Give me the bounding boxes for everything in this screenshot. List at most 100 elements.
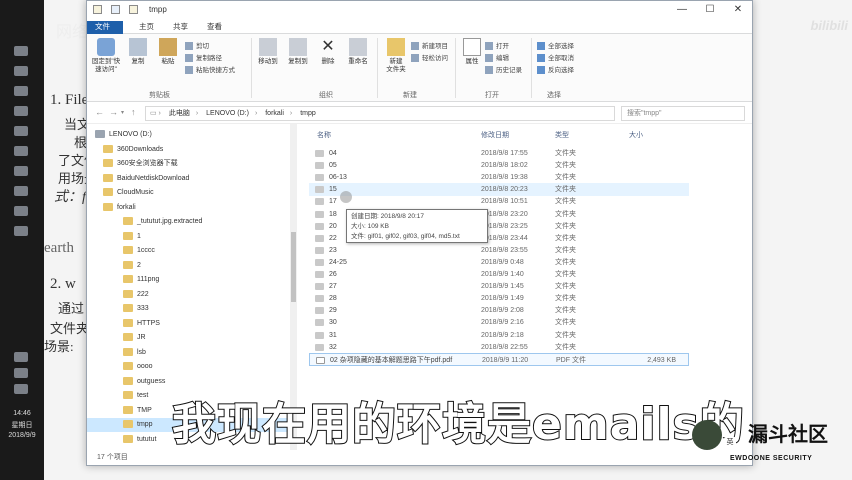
properties-button[interactable]: 属性 bbox=[457, 38, 487, 66]
column-type[interactable]: 类型 bbox=[555, 130, 569, 140]
tray-icon[interactable] bbox=[14, 384, 28, 394]
maximize-button[interactable]: ☐ bbox=[696, 1, 724, 19]
column-name[interactable]: 名称 bbox=[317, 130, 331, 140]
open-button[interactable]: 打开 bbox=[485, 40, 509, 51]
quick-access-folder-icon[interactable] bbox=[93, 5, 102, 14]
taskbar-app-icon[interactable] bbox=[14, 146, 28, 156]
address-bar[interactable]: ▭ › 此电脑 › LENOVO (D:) › forkali › tmpp bbox=[145, 106, 615, 121]
column-date[interactable]: 修改日期 bbox=[481, 130, 509, 140]
tab-share[interactable]: 共享 bbox=[165, 21, 196, 34]
properties-icon[interactable] bbox=[111, 5, 120, 14]
scrollbar-thumb[interactable] bbox=[291, 232, 296, 302]
close-button[interactable]: ✕ bbox=[724, 1, 752, 19]
tree-item[interactable]: 1cccc bbox=[87, 244, 290, 258]
tree-item[interactable]: 360安全浏览器下载 bbox=[87, 157, 290, 171]
taskbar-app-icon[interactable] bbox=[14, 46, 28, 56]
tree-item[interactable]: 2 bbox=[87, 259, 290, 273]
tab-home[interactable]: 主页 bbox=[131, 21, 162, 34]
taskbar-app-icon[interactable] bbox=[14, 126, 28, 136]
file-row[interactable]: 23 2018/9/8 23:55 文件夹 bbox=[309, 244, 689, 257]
file-row[interactable]: 05 2018/9/8 18:02 文件夹 bbox=[309, 159, 689, 172]
tree-item[interactable]: 333 bbox=[87, 302, 290, 316]
file-row[interactable]: 15 2018/9/8 20:23 文件夹 bbox=[309, 183, 689, 197]
minimize-button[interactable]: — bbox=[668, 1, 696, 19]
delete-button[interactable]: ✕ 删除 bbox=[313, 38, 343, 66]
file-date: 2018/9/8 22:55 bbox=[481, 343, 528, 351]
paste-button[interactable]: 粘贴 bbox=[153, 38, 183, 66]
new-folder-icon[interactable] bbox=[129, 5, 138, 14]
file-row[interactable]: 04 2018/9/8 17:55 文件夹 bbox=[309, 147, 689, 160]
folder-icon bbox=[103, 159, 113, 168]
new-folder-button[interactable]: 新建 文件夹 bbox=[381, 38, 411, 74]
tree-item[interactable]: 1 bbox=[87, 230, 290, 244]
tree-item[interactable]: 222 bbox=[87, 288, 290, 302]
tree-item[interactable]: _tututut.jpg.extracted bbox=[87, 215, 290, 229]
tree-item[interactable]: CloudMusic bbox=[87, 186, 290, 200]
file-row[interactable]: 02 杂项隐藏的基本解题思路下午pdf.pdf 2018/9/9 11:20 PDF… bbox=[309, 352, 689, 366]
tree-item[interactable]: outguess bbox=[87, 375, 290, 389]
tree-item[interactable]: oooo bbox=[87, 360, 290, 374]
taskbar-app-icon[interactable] bbox=[14, 106, 28, 116]
move-to-button[interactable]: 移动到 bbox=[253, 38, 283, 66]
tree-item[interactable]: 360Downloads bbox=[87, 143, 290, 157]
taskbar-app-icon[interactable] bbox=[14, 86, 28, 96]
taskbar-app-icon[interactable] bbox=[14, 66, 28, 76]
tree-item[interactable]: lsb bbox=[87, 346, 290, 360]
file-row[interactable]: 27 2018/9/9 1:45 文件夹 bbox=[309, 280, 689, 293]
file-row[interactable]: 29 2018/9/9 2:08 文件夹 bbox=[309, 304, 689, 317]
clock-time[interactable]: 14:46 bbox=[2, 410, 42, 417]
breadcrumb-tmpp[interactable]: tmpp bbox=[300, 110, 316, 117]
file-row[interactable]: 06-13 2018/9/8 19:38 文件夹 bbox=[309, 171, 689, 184]
file-row[interactable]: 24-25 2018/9/9 0:48 文件夹 bbox=[309, 256, 689, 269]
copy-to-button[interactable]: 复制到 bbox=[283, 38, 313, 66]
file-row[interactable]: 31 2018/9/9 2:18 文件夹 bbox=[309, 329, 689, 342]
copy-button[interactable]: 复制 bbox=[123, 38, 153, 66]
back-icon[interactable]: ← bbox=[95, 107, 104, 117]
tree-item[interactable]: HTTPS bbox=[87, 317, 290, 331]
breadcrumb-pc[interactable]: 此电脑 bbox=[169, 110, 190, 117]
tab-file[interactable]: 文件 bbox=[87, 21, 123, 34]
tree-item[interactable]: forkali bbox=[87, 201, 290, 215]
cut-button[interactable]: 剪切 bbox=[185, 40, 209, 51]
ime-indicator[interactable]: 英 bbox=[724, 437, 736, 449]
history-button[interactable]: 历史记录 bbox=[485, 64, 522, 75]
taskbar-app-icon[interactable] bbox=[14, 226, 28, 236]
file-row[interactable]: 17 2018/9/8 10:51 文件夹 bbox=[309, 195, 689, 208]
copy-path-button[interactable]: 复制路径 bbox=[185, 52, 222, 63]
file-row[interactable]: 30 2018/9/9 2:16 文件夹 bbox=[309, 316, 689, 329]
title-bar[interactable]: tmpp — ☐ ✕ bbox=[87, 1, 752, 19]
tree-item[interactable]: JR bbox=[87, 331, 290, 345]
select-all-button[interactable]: 全部选择 bbox=[537, 40, 574, 51]
taskbar-app-icon[interactable] bbox=[14, 166, 28, 176]
tree-item[interactable]: BaiduNetdiskDownload bbox=[87, 172, 290, 186]
video-subtitle: 我现在用的环境是emails的 bbox=[171, 398, 745, 451]
file-name: 32 bbox=[329, 343, 337, 351]
tray-icon[interactable] bbox=[14, 368, 28, 378]
edit-button[interactable]: 编辑 bbox=[485, 52, 509, 63]
paste-shortcut-button[interactable]: 粘贴快捷方式 bbox=[185, 64, 235, 75]
file-row[interactable]: 26 2018/9/9 1:40 文件夹 bbox=[309, 268, 689, 281]
tray-icon[interactable] bbox=[14, 352, 28, 362]
tree-item[interactable]: LENOVO (D:) bbox=[87, 128, 290, 142]
forward-icon[interactable]: → bbox=[109, 107, 118, 117]
invert-selection-button[interactable]: 反向选择 bbox=[537, 64, 574, 75]
rename-button[interactable]: 重命名 bbox=[343, 38, 373, 66]
file-row[interactable]: 28 2018/9/9 1:49 文件夹 bbox=[309, 292, 689, 305]
breadcrumb-forkali[interactable]: forkali bbox=[265, 110, 284, 117]
pin-quick-access-button[interactable]: 固定到"快 速访问" bbox=[91, 38, 121, 74]
new-item-button[interactable]: 新建项目 bbox=[411, 40, 448, 51]
file-row[interactable]: 32 2018/9/8 22:55 文件夹 bbox=[309, 341, 689, 354]
bg-line: 文件夹 bbox=[50, 321, 90, 336]
folder-icon bbox=[123, 289, 133, 298]
select-none-button[interactable]: 全部取消 bbox=[537, 52, 574, 63]
search-input[interactable]: 搜索"tmpp" bbox=[621, 106, 745, 121]
breadcrumb-drive[interactable]: LENOVO (D:) bbox=[206, 110, 249, 117]
column-size[interactable]: 大小 bbox=[629, 130, 643, 140]
up-icon[interactable]: ↑ bbox=[131, 107, 136, 117]
tab-view[interactable]: 查看 bbox=[199, 21, 230, 34]
tree-item[interactable]: 111png bbox=[87, 273, 290, 287]
easy-access-button[interactable]: 轻松访问 bbox=[411, 52, 448, 63]
recent-chevron-icon[interactable]: ▾ bbox=[121, 109, 124, 116]
taskbar-app-icon[interactable] bbox=[14, 206, 28, 216]
taskbar-app-icon[interactable] bbox=[14, 186, 28, 196]
